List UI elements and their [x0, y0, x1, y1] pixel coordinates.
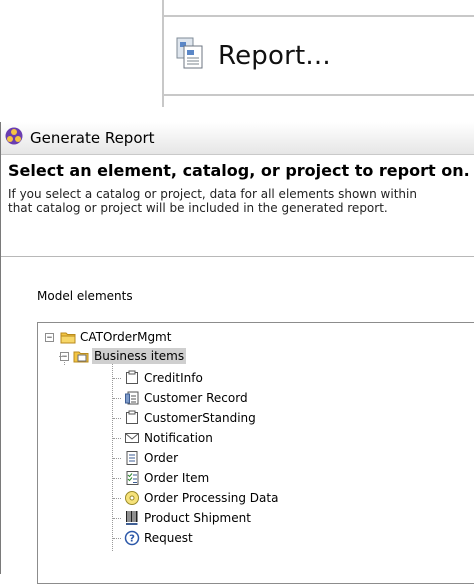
svg-text:?: ?: [129, 534, 135, 545]
question-icon: ?: [124, 530, 140, 546]
menu-separator: [164, 94, 474, 96]
business-item-icon: [124, 410, 140, 426]
dialog-heading: Select an element, catalog, or project t…: [8, 161, 470, 180]
tree-connector: [113, 417, 121, 419]
envelope-icon: [124, 430, 140, 446]
tree-node-label: Order Item: [144, 471, 210, 485]
dialog-titlebar[interactable]: Generate Report: [1, 122, 474, 155]
model-elements-tree[interactable]: − CATOrderMgmt − Business items CreditIn…: [37, 322, 474, 584]
tree-connector: [113, 477, 121, 479]
tree-item-order[interactable]: Order: [113, 449, 178, 467]
tree-node-label: CustomerStanding: [144, 411, 256, 425]
tree-node-label: Request: [144, 531, 193, 545]
dialog-description: If you select a catalog or project, data…: [8, 187, 474, 215]
tree-node-label: CreditInfo: [144, 371, 203, 385]
document-icon: [124, 450, 140, 466]
barcode-icon: [124, 510, 140, 526]
tree-connector: [113, 537, 121, 539]
tree-item-notification[interactable]: Notification: [113, 429, 213, 447]
model-elements-label: Model elements: [37, 289, 133, 303]
tree-item-order-item[interactable]: Order Item: [113, 469, 209, 487]
tree-item-product-shipment[interactable]: Product Shipment: [113, 509, 251, 527]
tree-item-order-processing-data[interactable]: Order Processing Data: [113, 489, 278, 507]
tree-node-label: Customer Record: [144, 391, 248, 405]
folder-icon: [60, 329, 76, 345]
menu-separator: [164, 15, 474, 17]
report-menu-item[interactable]: Report...: [174, 36, 331, 76]
tree-node-label: Business items: [92, 348, 187, 364]
tree-item-customer-record[interactable]: Customer Record: [113, 389, 248, 407]
tree-connector: [113, 377, 121, 379]
tree-connector: [113, 437, 121, 439]
dialog-content: Model elements − CATOrderMgmt − Business…: [1, 257, 474, 584]
tree-item-request[interactable]: ? Request: [113, 529, 193, 547]
app-logo-icon: [4, 126, 24, 150]
tree-item-customerstanding[interactable]: CustomerStanding: [113, 409, 256, 427]
tree-connector: [113, 497, 121, 499]
checklist-icon: [124, 470, 140, 486]
tree-node-label: Order Processing Data: [144, 491, 279, 505]
tree-node-root[interactable]: − CATOrderMgmt: [45, 328, 171, 346]
record-icon: [124, 390, 140, 406]
tree-connector: [113, 397, 121, 399]
tree-node-label: Notification: [144, 431, 213, 445]
tree-connector: [59, 356, 64, 357]
generate-report-dialog: Generate Report Select an element, catal…: [0, 122, 474, 584]
tree-node-label: CATOrderMgmt: [80, 330, 172, 344]
tree-item-creditinfo[interactable]: CreditInfo: [113, 369, 203, 387]
context-menu-strip: Report...: [162, 0, 474, 107]
business-item-icon: [124, 370, 140, 386]
dialog-header: Select an element, catalog, or project t…: [1, 155, 474, 257]
tree-node-business-items[interactable]: − Business items: [59, 347, 187, 365]
collapse-toggle[interactable]: −: [45, 332, 54, 342]
cd-icon: [124, 490, 140, 506]
dialog-title: Generate Report: [30, 129, 155, 147]
report-icon: [174, 36, 210, 76]
tree-connector: [113, 517, 121, 519]
report-label: Report...: [218, 41, 331, 71]
tree-connector: [113, 457, 121, 459]
folder-icon: [73, 348, 89, 364]
description-line: that catalog or project will be included…: [8, 201, 388, 215]
tree-node-label: Product Shipment: [144, 511, 251, 525]
description-line: If you select a catalog or project, data…: [8, 187, 417, 201]
tree-node-label: Order: [144, 451, 179, 465]
